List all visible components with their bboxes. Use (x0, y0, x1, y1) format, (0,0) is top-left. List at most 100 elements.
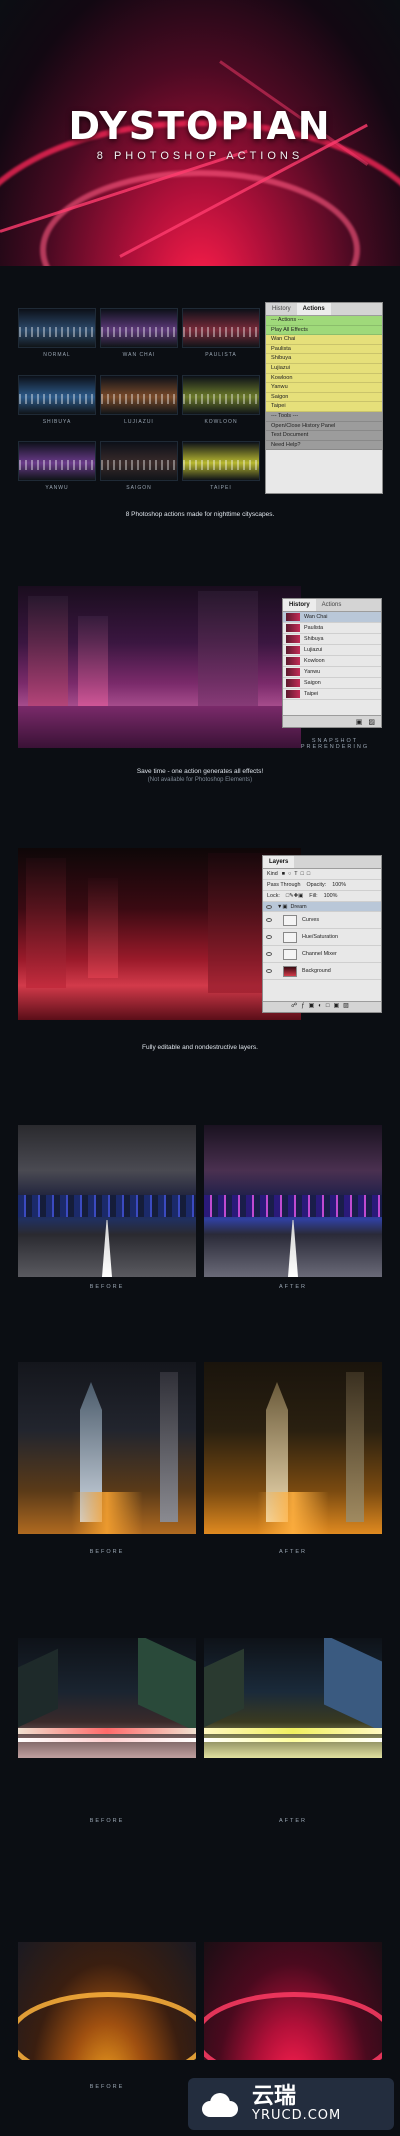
eye-icon[interactable] (266, 952, 272, 956)
snapshot-thumbnail (286, 635, 300, 643)
eye-icon[interactable] (266, 904, 272, 909)
action-item[interactable]: --- Tools --- (266, 411, 382, 422)
snapshot-thumbnail (286, 679, 300, 687)
history-snapshot-item[interactable]: Yanwu (283, 667, 381, 678)
layer-row[interactable]: Hue/Saturation (263, 929, 381, 946)
layer-row[interactable]: Channel Mixer (263, 946, 381, 963)
eye-icon[interactable] (266, 935, 272, 939)
caption-save-time-note: (Not available for Photoshop Elements) (147, 777, 253, 783)
layer-thumbnail (283, 948, 297, 960)
watermark-line1: 云瑞 (252, 2083, 297, 2109)
photo-snapshot-street (18, 586, 301, 748)
preset-thumbnail (182, 308, 260, 348)
history-panel-footer: ▣ ▨ (283, 715, 381, 727)
layer-name: Background (302, 968, 331, 974)
snapshot-thumbnail (286, 624, 300, 632)
snapshot-label: Yanwu (304, 669, 321, 675)
action-item[interactable]: Paulista (266, 344, 382, 355)
preset-thumbnail (100, 308, 178, 348)
action-item[interactable]: Lujiazui (266, 363, 382, 374)
eye-icon[interactable] (266, 969, 272, 973)
before-image-roundabout (18, 1942, 196, 2060)
snapshot-thumbnail (286, 646, 300, 654)
snapshot-thumbnail (286, 613, 300, 621)
fill-value[interactable]: 100% (324, 893, 338, 899)
action-item[interactable]: Saigon (266, 392, 382, 403)
action-item[interactable]: --- Actions --- (266, 316, 382, 326)
after-image-towers (204, 1362, 382, 1534)
layer-name: Hue/Saturation (302, 934, 338, 940)
layers-lock-bar: Lock: □✎✚▣ Fill: 100% (263, 891, 381, 902)
action-item[interactable]: Taipei (266, 402, 382, 412)
before-label: BEFORE (89, 1818, 125, 1824)
layers-panel-tabs: Layers (263, 856, 381, 869)
snapshot-label: Wan Chai (304, 614, 328, 620)
tab-actions[interactable]: Actions (296, 303, 331, 315)
tab-history[interactable]: History (266, 303, 297, 315)
filter-icons[interactable]: ■○T□□ (282, 871, 313, 877)
blend-mode-select[interactable]: Pass Through (267, 882, 300, 888)
history-snapshot-item[interactable]: Saigon (283, 678, 381, 689)
opacity-value[interactable]: 100% (332, 882, 346, 888)
preset-label: KOWLOON (204, 419, 238, 425)
caption-cityscapes: 8 Photoshop actions made for nighttime c… (125, 511, 275, 518)
tab-actions[interactable]: Actions (316, 599, 348, 611)
tab-history[interactable]: History (283, 599, 316, 611)
history-snapshot-item[interactable]: Shibuya (283, 634, 381, 645)
trash-icon[interactable]: ▨ (368, 718, 375, 726)
preset-thumbnail (18, 441, 96, 481)
layer-thumbnail (283, 931, 297, 943)
after-image-light-trails (204, 1638, 382, 1758)
folder-icon: ▼▣ (277, 903, 288, 910)
after-label: AFTER (278, 1549, 308, 1555)
action-item[interactable]: Yanwu (266, 383, 382, 393)
action-item[interactable]: Play All Effects (266, 325, 382, 336)
camera-icon[interactable]: ▣ (356, 718, 363, 726)
hero-banner: DYSTOPIAN 8 PHOTOSHOP ACTIONS (0, 0, 400, 266)
fill-label: Fill: (309, 893, 318, 899)
layer-row[interactable]: Background (263, 963, 381, 980)
actions-panel-tabs: History Actions (266, 303, 382, 316)
before-image-towers (18, 1362, 196, 1534)
preset-label: TAIPEI (210, 485, 232, 491)
caption-save-time: Save time - one action generates all eff… (136, 768, 264, 775)
tab-layers[interactable]: Layers (263, 856, 295, 868)
layer-thumbnail (283, 914, 297, 926)
action-item[interactable]: Wan Chai (266, 335, 382, 345)
history-panel: History Actions Wan Chai Paulista Shibuya L… (282, 598, 382, 728)
layer-group-row[interactable]: ▼▣ Dream (263, 902, 381, 912)
history-panel-tabs: History Actions (283, 599, 381, 612)
snapshot-thumbnail (286, 668, 300, 676)
preset-thumbnail (182, 441, 260, 481)
preset-label: LUJIAZUI (124, 419, 154, 425)
action-item[interactable]: Need Help? (266, 440, 382, 451)
preset-label: PAULISTA (205, 352, 237, 358)
preset-thumbnail (100, 375, 178, 415)
action-item[interactable]: Kowloon (266, 373, 382, 384)
kind-filter[interactable]: Kind (267, 871, 278, 877)
action-item[interactable]: Open/Close History Panel (266, 421, 382, 432)
action-item[interactable]: Shibuya (266, 354, 382, 364)
history-snapshot-item[interactable]: Lujiazui (283, 645, 381, 656)
layer-name: Curves (302, 917, 320, 923)
history-snapshot-item[interactable]: Kowloon (283, 656, 381, 667)
cloud-icon (198, 2089, 242, 2119)
snapshot-thumbnail (286, 657, 300, 665)
snapshot-label: Kowloon (304, 658, 325, 664)
layers-blend-bar: Pass Through Opacity: 100% (263, 880, 381, 891)
action-item[interactable]: Test Document (266, 431, 382, 441)
lock-icons[interactable]: □✎✚▣ (286, 893, 303, 899)
history-snapshot-item[interactable]: Taipei (283, 689, 381, 700)
preset-thumbnail (18, 308, 96, 348)
layers-footer-icons[interactable]: ☍ƒ▣◐□▣▨ (263, 1001, 381, 1012)
layer-row[interactable]: Curves (263, 912, 381, 929)
preset-thumbnail (100, 441, 178, 481)
history-snapshot-item[interactable]: Wan Chai (283, 612, 381, 623)
history-snapshot-list: Wan Chai Paulista Shibuya Lujiazui Kowloon Ya… (283, 612, 381, 700)
opacity-label: Opacity: (306, 882, 327, 888)
history-snapshot-item[interactable]: Paulista (283, 623, 381, 634)
before-label: BEFORE (89, 2084, 125, 2090)
eye-icon[interactable] (266, 918, 272, 922)
before-label: BEFORE (89, 1284, 125, 1290)
after-label: AFTER (278, 1284, 308, 1290)
